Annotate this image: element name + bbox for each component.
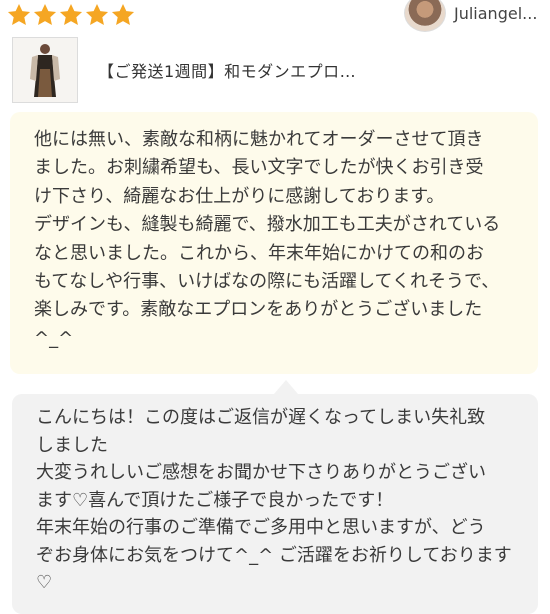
star-icon [7, 3, 31, 25]
reviewer-name[interactable]: Juliangel... [454, 4, 537, 23]
star-icon [111, 3, 135, 25]
reply-text: こんにちは！この度はご返信が遅くなってしまい失礼致 しました 大変うれしいご感想… [36, 407, 512, 593]
reviewer-profile[interactable]: Juliangel... [404, 0, 537, 32]
reply-pointer [274, 380, 298, 394]
apron-image-icon [30, 44, 60, 97]
star-icon [59, 3, 83, 25]
product-title[interactable]: 【ご発送1週間】和モダンエプロ… [98, 58, 356, 82]
star-rating [6, 2, 136, 28]
shop-reply-bubble: こんにちは！この度はご返信が遅くなってしまい失礼致 しました 大変うれしいご感想… [12, 380, 538, 614]
review-text: 他には無い、素敵な和柄に魅かれてオーダーさせて頂き ました。お刺繍希望も、長い文… [34, 129, 501, 349]
star-icon [85, 3, 109, 25]
product-thumbnail[interactable] [12, 37, 78, 103]
star-icon [33, 3, 57, 25]
avatar[interactable] [404, 0, 446, 32]
product-link[interactable]: 【ご発送1週間】和モダンエプロ… [12, 37, 356, 103]
review-bubble: 他には無い、素敵な和柄に魅かれてオーダーさせて頂き ました。お刺繍希望も、長い文… [10, 112, 538, 374]
